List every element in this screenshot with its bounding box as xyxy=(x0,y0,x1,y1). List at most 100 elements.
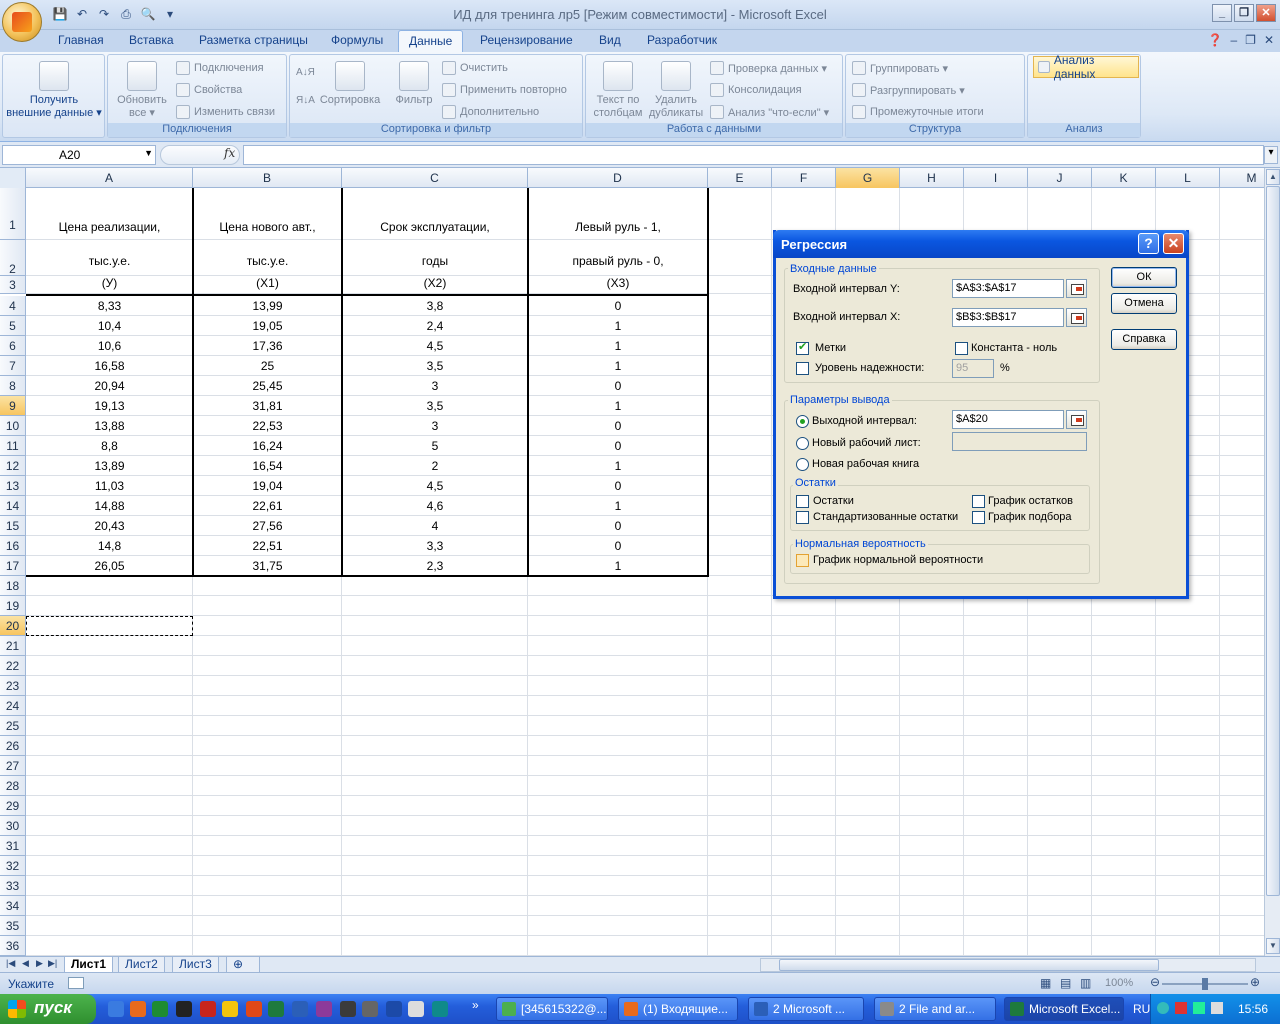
view-normal-icon[interactable]: ▦ xyxy=(1040,976,1051,990)
insert-function-icon[interactable]: fx xyxy=(224,146,235,160)
tab-insert[interactable]: Вставка xyxy=(129,33,174,47)
edit-links-button[interactable]: Изменить связи xyxy=(176,105,275,119)
help-icon[interactable]: ❓ xyxy=(1208,33,1223,47)
column-header-a[interactable]: A xyxy=(26,168,193,188)
new-sheet-radio[interactable] xyxy=(796,437,809,450)
firefox-icon[interactable] xyxy=(130,1001,146,1017)
table-cell[interactable]: 0 xyxy=(528,299,708,313)
vertical-scroll-thumb[interactable] xyxy=(1266,186,1280,896)
table-cell[interactable]: 14,8 xyxy=(26,539,193,553)
row-header-18[interactable]: 18 xyxy=(0,576,26,596)
header-cell-a-r1[interactable]: Цена реализации, xyxy=(26,220,193,234)
column-header-g[interactable]: G xyxy=(836,168,900,188)
row-header-16[interactable]: 16 xyxy=(0,536,26,556)
sheet-tab-3[interactable]: Лист3 xyxy=(172,957,219,973)
row-header-13[interactable]: 13 xyxy=(0,476,26,496)
column-header-m[interactable]: M xyxy=(1220,168,1264,188)
row-header-20[interactable]: 20 xyxy=(0,616,26,636)
table-cell[interactable]: 19,05 xyxy=(193,319,342,333)
row-header-7[interactable]: 7 xyxy=(0,356,26,376)
table-cell[interactable]: 22,53 xyxy=(193,419,342,433)
scroll-up-icon[interactable]: ▲ xyxy=(1266,169,1280,185)
row-header-25[interactable]: 25 xyxy=(0,716,26,736)
new-sheet-input[interactable] xyxy=(952,432,1087,451)
table-cell[interactable]: 3,5 xyxy=(342,359,528,373)
table-cell[interactable]: 16,24 xyxy=(193,439,342,453)
header-cell-b-r3[interactable]: (Х1) xyxy=(193,276,342,290)
table-cell[interactable]: 2 xyxy=(342,459,528,473)
row-header-8[interactable]: 8 xyxy=(0,376,26,396)
column-header-d[interactable]: D xyxy=(528,168,708,188)
row-header-6[interactable]: 6 xyxy=(0,336,26,356)
zoom-slider[interactable]: ⊖ ⊕ xyxy=(1150,975,1260,990)
header-cell-b-r1[interactable]: Цена нового авт., xyxy=(193,220,342,234)
row-header-10[interactable]: 10 xyxy=(0,416,26,436)
table-cell[interactable]: 26,05 xyxy=(26,559,193,573)
next-sheet-icon[interactable]: ▶ xyxy=(36,958,43,969)
y-range-input[interactable]: $A$3:$A$17 xyxy=(952,279,1064,298)
tab-data[interactable]: Данные xyxy=(398,30,464,53)
table-cell[interactable]: 0 xyxy=(528,519,708,533)
row-header-31[interactable]: 31 xyxy=(0,836,26,856)
row-header-2[interactable]: 2 xyxy=(0,240,26,276)
data-analysis-button[interactable]: Анализ данных xyxy=(1033,53,1139,81)
tray-network-icon[interactable] xyxy=(1157,1002,1169,1014)
table-cell[interactable]: 13,89 xyxy=(26,459,193,473)
constant-zero-checkbox[interactable] xyxy=(955,342,968,355)
table-cell[interactable]: 1 xyxy=(528,339,708,353)
header-cell-c-r2[interactable]: годы xyxy=(342,254,528,268)
table-cell[interactable]: 2,4 xyxy=(342,319,528,333)
table-cell[interactable]: 19,04 xyxy=(193,479,342,493)
normal-plot-checkbox[interactable] xyxy=(796,554,809,567)
task-word[interactable]: 2 Microsoft ... xyxy=(748,997,864,1021)
header-cell-a-r2[interactable]: тыс.у.е. xyxy=(26,254,193,268)
filter-button[interactable]: Фильтр xyxy=(390,61,438,107)
output-range-radio[interactable] xyxy=(796,415,809,428)
row-header-27[interactable]: 27 xyxy=(0,756,26,776)
residual-plot-checkbox[interactable] xyxy=(972,495,985,508)
tab-view[interactable]: Вид xyxy=(599,33,621,47)
table-cell[interactable]: 1 xyxy=(528,499,708,513)
tray-app-icon[interactable] xyxy=(1193,1002,1205,1014)
zoom-level[interactable]: 100% xyxy=(1105,977,1133,989)
table-cell[interactable]: 0 xyxy=(528,439,708,453)
column-header-h[interactable]: H xyxy=(900,168,964,188)
row-header-4[interactable]: 4 xyxy=(0,296,26,316)
table-cell[interactable]: 1 xyxy=(528,359,708,373)
row-header-19[interactable]: 19 xyxy=(0,596,26,616)
new-book-radio[interactable] xyxy=(796,458,809,471)
table-cell[interactable]: 8,8 xyxy=(26,439,193,453)
table-cell[interactable]: 27,56 xyxy=(193,519,342,533)
subtotal-button[interactable]: Промежуточные итоги xyxy=(852,105,984,119)
minimize-button[interactable]: _ xyxy=(1212,4,1232,22)
text-to-columns-button[interactable]: Текст по столбцам xyxy=(590,61,646,120)
tab-developer[interactable]: Разработчик xyxy=(647,33,717,47)
vertical-scrollbar[interactable]: ▲ ▼ xyxy=(1264,168,1280,956)
consolidate-button[interactable]: Консолидация xyxy=(710,83,802,97)
table-cell[interactable]: 3 xyxy=(342,419,528,433)
tool-icon[interactable] xyxy=(362,1001,378,1017)
row-header-11[interactable]: 11 xyxy=(0,436,26,456)
tab-page-layout[interactable]: Разметка страницы xyxy=(199,33,308,47)
prev-sheet-icon[interactable]: ◀ xyxy=(22,958,29,969)
column-header-k[interactable]: K xyxy=(1092,168,1156,188)
table-cell[interactable]: 10,6 xyxy=(26,339,193,353)
7zip-icon[interactable] xyxy=(176,1001,192,1017)
row-header-21[interactable]: 21 xyxy=(0,636,26,656)
first-sheet-icon[interactable]: |◀ xyxy=(6,958,15,969)
column-header-e[interactable]: E xyxy=(708,168,772,188)
table-cell[interactable]: 4,5 xyxy=(342,479,528,493)
table-cell[interactable]: 3,3 xyxy=(342,539,528,553)
column-header-f[interactable]: F xyxy=(772,168,836,188)
x-range-collapse-icon[interactable] xyxy=(1066,308,1087,327)
table-cell[interactable]: 4,5 xyxy=(342,339,528,353)
chevron-down-icon[interactable]: ▼ xyxy=(144,148,153,158)
table-cell[interactable]: 11,03 xyxy=(26,479,193,493)
dialog-help-icon[interactable]: ? xyxy=(1138,233,1159,254)
table-cell[interactable]: 16,58 xyxy=(26,359,193,373)
ppt-icon[interactable] xyxy=(246,1001,262,1017)
row-header-24[interactable]: 24 xyxy=(0,696,26,716)
expand-formula-bar-icon[interactable]: ▾ xyxy=(1264,146,1278,164)
onenote-icon[interactable] xyxy=(316,1001,332,1017)
table-cell[interactable]: 1 xyxy=(528,559,708,573)
